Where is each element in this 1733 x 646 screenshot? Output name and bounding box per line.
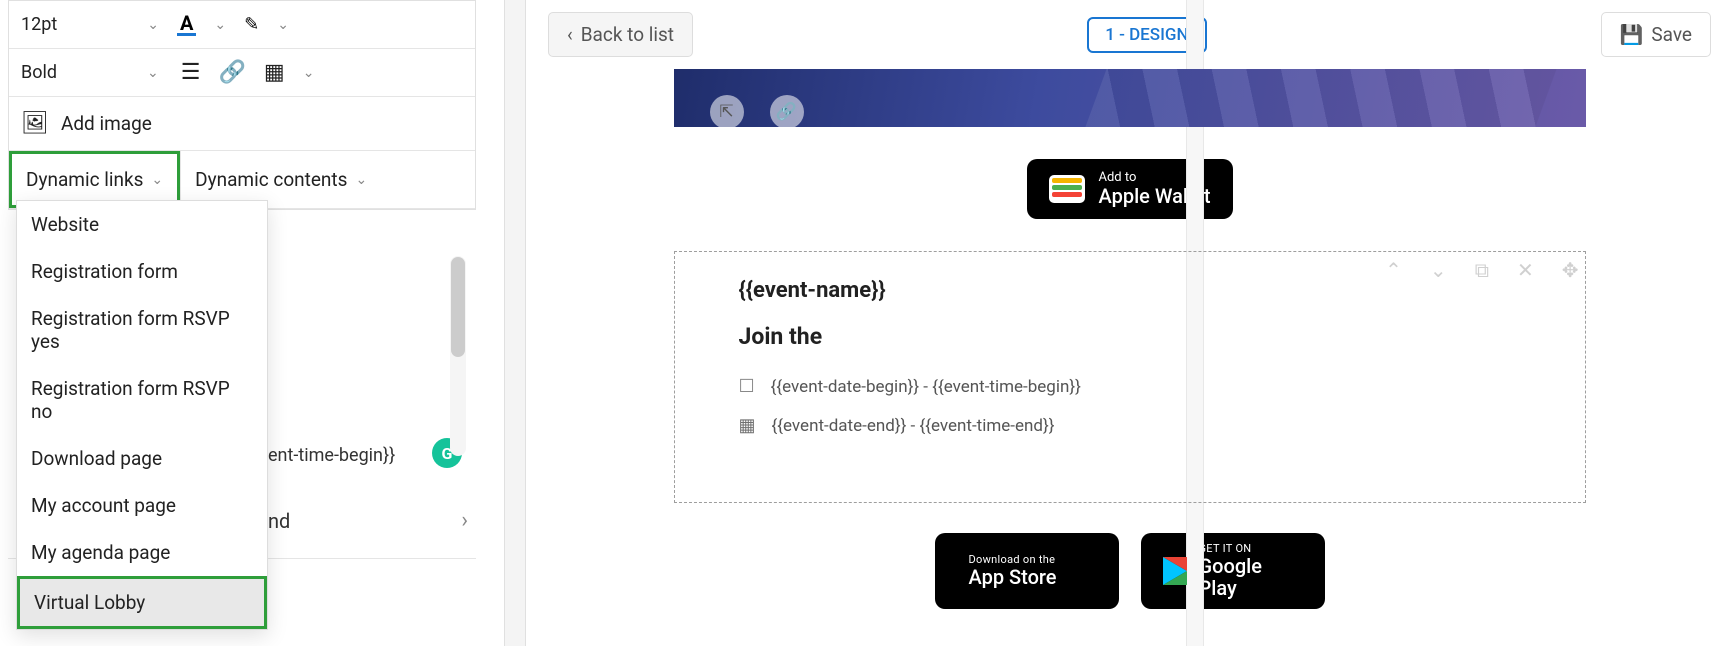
image-icon: 🖼: [21, 111, 49, 136]
banner-tool-link-icon[interactable]: ⇱: [710, 95, 744, 127]
add-image-button[interactable]: 🖼 Add image: [9, 97, 475, 151]
preview-top-bar: ‹ Back to list 1 - DESIGN 💾 Save: [526, 0, 1733, 69]
menu-item-rsvp-yes[interactable]: Registration form RSVP yes: [17, 295, 267, 365]
save-icon: 💾: [1620, 23, 1644, 46]
dynamic-links-label: Dynamic links: [26, 168, 143, 191]
peek-time-begin: ent-time-begin}}: [268, 445, 395, 466]
banner-image[interactable]: ⇱ 🔗: [674, 69, 1586, 127]
google-play-lg: Google Play: [1199, 555, 1303, 599]
add-image-label: Add image: [61, 112, 152, 135]
sidebar-scrollbar[interactable]: [450, 256, 466, 456]
text-color-group: A ⌄ ✎ ⌄: [177, 13, 289, 36]
chevron-down-icon[interactable]: ⌄: [277, 17, 289, 33]
font-weight-select[interactable]: Bold ⌄: [21, 62, 159, 83]
link-icon[interactable]: 🔗: [218, 60, 245, 85]
google-play-icon: [1163, 557, 1187, 585]
menu-item-virtual-lobby[interactable]: Virtual Lobby: [17, 576, 267, 629]
dynamic-contents-label: Dynamic contents: [195, 168, 347, 191]
bullet-list-icon[interactable]: ☰: [181, 60, 201, 85]
join-label: Join the: [739, 323, 1521, 350]
chevron-down-icon: ⌄: [355, 172, 367, 188]
date-begin-text: {{event-date-begin}} - {{event-time-begi…: [771, 377, 1081, 397]
move-up-icon[interactable]: ⌃: [1385, 258, 1402, 282]
chevron-down-icon: ⌄: [147, 17, 159, 33]
app-store-text: Download on the App Store: [969, 554, 1057, 588]
dynamic-links-menu: Website Registration form Registration f…: [16, 200, 268, 630]
drag-handle-icon[interactable]: ✥: [1562, 258, 1579, 282]
text-color-icon[interactable]: A: [177, 13, 196, 36]
menu-item-my-agenda[interactable]: My agenda page: [17, 529, 267, 576]
google-play-text: GET IT ON Google Play: [1199, 543, 1303, 599]
chevron-down-icon[interactable]: ⌄: [303, 65, 315, 81]
font-size-value: 12pt: [21, 14, 57, 35]
delete-icon[interactable]: ✕: [1517, 258, 1534, 282]
menu-item-download-page[interactable]: Download page: [17, 435, 267, 482]
font-weight-row: Bold ⌄ ☰ 🔗 ▦ ⌄: [9, 49, 475, 97]
back-to-list-button[interactable]: ‹ Back to list: [548, 12, 693, 57]
scrollbar-thumb[interactable]: [451, 257, 465, 357]
chevron-right-icon: ›: [461, 508, 468, 533]
table-icon[interactable]: ▦: [264, 60, 285, 85]
banner-tool-url-icon[interactable]: 🔗: [770, 95, 804, 127]
font-weight-value: Bold: [21, 62, 57, 83]
chevron-left-icon: ‹: [567, 23, 573, 46]
calendar-filled-icon: ▦: [739, 415, 756, 436]
date-end-text: {{event-date-end}} - {{event-time-end}}: [772, 416, 1055, 436]
peek-end-label: nd: [268, 509, 290, 533]
move-down-icon[interactable]: ⌄: [1430, 258, 1447, 282]
chevron-down-icon: ⌄: [151, 172, 163, 188]
date-begin-row: ☐ {{event-date-begin}} - {{event-time-be…: [739, 376, 1521, 397]
app-store-button[interactable]: Download on the App Store: [935, 533, 1119, 609]
menu-item-rsvp-no[interactable]: Registration form RSVP no: [17, 365, 267, 435]
save-button[interactable]: 💾 Save: [1601, 12, 1711, 57]
font-size-select[interactable]: 12pt ⌄: [21, 14, 159, 35]
chevron-down-icon: ⌄: [147, 65, 159, 81]
email-preview: ⇱ 🔗 Add to Apple Wallet ⌃ ⌄ ⧉ ✕ ✥ {{even…: [674, 69, 1586, 609]
duplicate-icon[interactable]: ⧉: [1475, 258, 1489, 282]
apple-wallet-section: Add to Apple Wallet: [674, 127, 1586, 251]
font-size-row: 12pt ⌄ A ⌄ ✎ ⌄: [9, 1, 475, 49]
calendar-outline-icon: ☐: [739, 376, 755, 397]
save-label: Save: [1651, 23, 1692, 46]
menu-item-registration-form[interactable]: Registration form: [17, 248, 267, 295]
highlight-icon[interactable]: ✎: [244, 14, 259, 35]
panel-divider[interactable]: [504, 0, 526, 646]
format-icons: ☰ 🔗 ▦ ⌄: [181, 60, 315, 85]
apple-wallet-icon: [1049, 175, 1085, 203]
editor-sidebar: 12pt ⌄ A ⌄ ✎ ⌄ Bold ⌄ ☰ 🔗 ▦ ⌄ 🖼 Add imag…: [8, 0, 476, 210]
google-play-button[interactable]: GET IT ON Google Play: [1141, 533, 1325, 609]
app-store-lg: App Store: [969, 566, 1057, 588]
chevron-down-icon[interactable]: ⌄: [214, 17, 226, 33]
menu-item-website[interactable]: Website: [17, 201, 267, 248]
content-block[interactable]: ⌃ ⌄ ⧉ ✕ ✥ {{event-name}} Join the ☐ {{ev…: [674, 251, 1586, 503]
peek-end-row[interactable]: nd ›: [268, 508, 468, 533]
menu-item-my-account[interactable]: My account page: [17, 482, 267, 529]
preview-panel: ‹ Back to list 1 - DESIGN 💾 Save ⇱ 🔗 Add…: [526, 0, 1733, 646]
date-end-row: ▦ {{event-date-end}} - {{event-time-end}…: [739, 415, 1521, 436]
block-toolbar: ⌃ ⌄ ⧉ ✕ ✥: [1385, 258, 1578, 282]
back-label: Back to list: [581, 23, 674, 46]
app-store-row: Download on the App Store GET IT ON Goog…: [674, 533, 1586, 609]
